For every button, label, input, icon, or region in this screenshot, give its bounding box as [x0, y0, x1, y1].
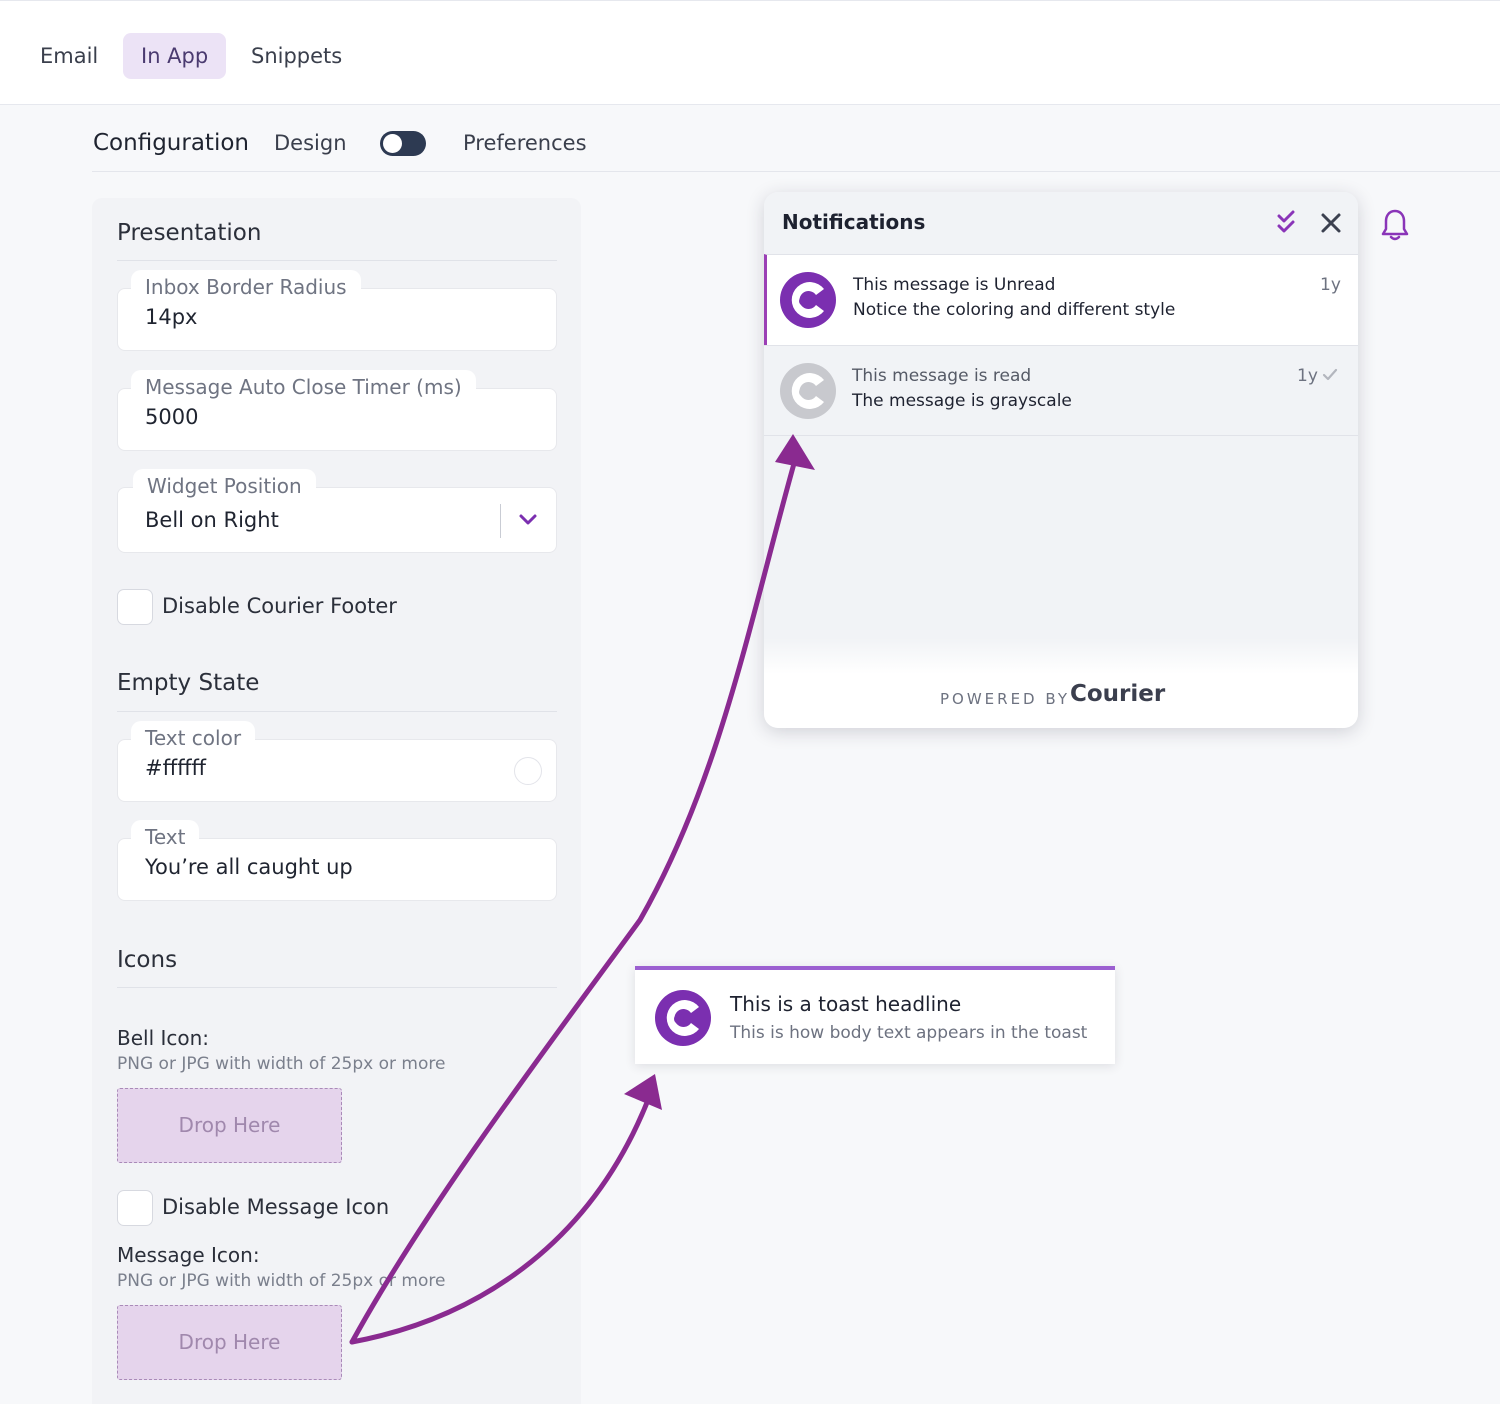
top-tab-bar: Email In App Snippets [0, 0, 1500, 105]
tab-snippets[interactable]: Snippets [233, 33, 360, 79]
empty-text-field[interactable]: Text You’re all caught up [117, 820, 557, 901]
border-radius-input[interactable]: 14px [145, 305, 197, 329]
bell-icon[interactable] [1381, 208, 1409, 242]
section-divider [117, 711, 557, 712]
widget-position-value: Bell on Right [145, 508, 279, 532]
message-icon-dropzone[interactable]: Drop Here [117, 1305, 342, 1380]
empty-text-input[interactable]: You’re all caught up [145, 855, 353, 879]
notification-time: 1y [1320, 275, 1341, 295]
notifications-header: Notifications [764, 192, 1358, 254]
tab-in-app[interactable]: In App [123, 33, 227, 79]
notifications-popover: Notifications This message is Unread Not… [764, 192, 1358, 728]
read-check-icon [1322, 368, 1338, 381]
field-label: Text [131, 820, 200, 854]
notification-title: This message is read [852, 366, 1032, 386]
notification-item-unread[interactable]: This message is Unread Notice the colori… [764, 254, 1358, 345]
toggle-knob [383, 134, 402, 153]
courier-bird-icon [780, 363, 836, 419]
disable-message-icon-checkbox[interactable] [117, 1190, 153, 1226]
toast-preview: This is a toast headline This is how bod… [635, 966, 1115, 1064]
notification-time: 1y [1297, 366, 1318, 386]
disable-message-icon-label: Disable Message Icon [162, 1195, 390, 1219]
section-title-icons: Icons [117, 947, 178, 973]
field-label: Text color [131, 721, 256, 755]
notifications-footer: POWERED BY Courier [764, 638, 1358, 728]
bell-icon-dropzone[interactable]: Drop Here [117, 1088, 342, 1163]
disable-footer-checkbox[interactable] [117, 589, 153, 625]
disable-footer-label: Disable Courier Footer [162, 594, 397, 618]
design-preferences-toggle[interactable] [380, 131, 426, 156]
notifications-title: Notifications [782, 210, 926, 234]
select-divider [500, 504, 501, 538]
arrowhead [624, 1074, 662, 1110]
notification-body: The message is grayscale [852, 391, 1072, 411]
tab-email[interactable]: Email [22, 33, 116, 79]
subnav-divider [92, 171, 1500, 172]
chevron-down-icon[interactable] [518, 512, 538, 528]
mark-all-read-icon[interactable] [1274, 210, 1300, 236]
section-divider [117, 260, 557, 261]
auto-close-timer-field[interactable]: Message Auto Close Timer (ms) 5000 [117, 370, 557, 451]
color-swatch[interactable] [514, 757, 542, 785]
bell-icon-title: Bell Icon: [117, 1026, 210, 1050]
section-title-presentation: Presentation [117, 220, 262, 246]
subnav-configuration[interactable]: Configuration [93, 128, 249, 158]
bell-icon-hint: PNG or JPG with width of 25px or more [117, 1054, 446, 1074]
message-icon-hint: PNG or JPG with width of 25px or more [117, 1271, 446, 1291]
text-color-input[interactable]: #ffffff [145, 756, 206, 780]
section-divider [117, 987, 557, 988]
notification-title: This message is Unread [853, 275, 1056, 295]
subnav-design[interactable]: Design [274, 128, 347, 158]
close-icon[interactable] [1318, 210, 1344, 236]
courier-bird-icon [780, 272, 836, 328]
toast-headline: This is a toast headline [730, 992, 962, 1016]
notification-body: Notice the coloring and different style [853, 300, 1176, 320]
message-icon-title: Message Icon: [117, 1243, 260, 1267]
powered-by-label: POWERED BY [940, 690, 1071, 708]
toast-body: This is how body text appears in the toa… [730, 1023, 1088, 1043]
text-color-field[interactable]: Text color #ffffff [117, 721, 557, 802]
field-label: Inbox Border Radius [131, 270, 361, 304]
widget-position-select[interactable]: Widget Position Bell on Right [117, 469, 557, 553]
field-label: Message Auto Close Timer (ms) [131, 370, 476, 404]
courier-bird-icon [655, 990, 711, 1046]
courier-logo[interactable]: Courier [1070, 681, 1165, 707]
border-radius-field[interactable]: Inbox Border Radius 14px [117, 270, 557, 351]
section-title-empty-state: Empty State [117, 670, 260, 696]
notification-item-read[interactable]: This message is read The message is gray… [764, 345, 1358, 436]
subnav-preferences[interactable]: Preferences [463, 128, 587, 158]
auto-close-timer-input[interactable]: 5000 [145, 405, 198, 429]
field-label: Widget Position [133, 469, 316, 503]
